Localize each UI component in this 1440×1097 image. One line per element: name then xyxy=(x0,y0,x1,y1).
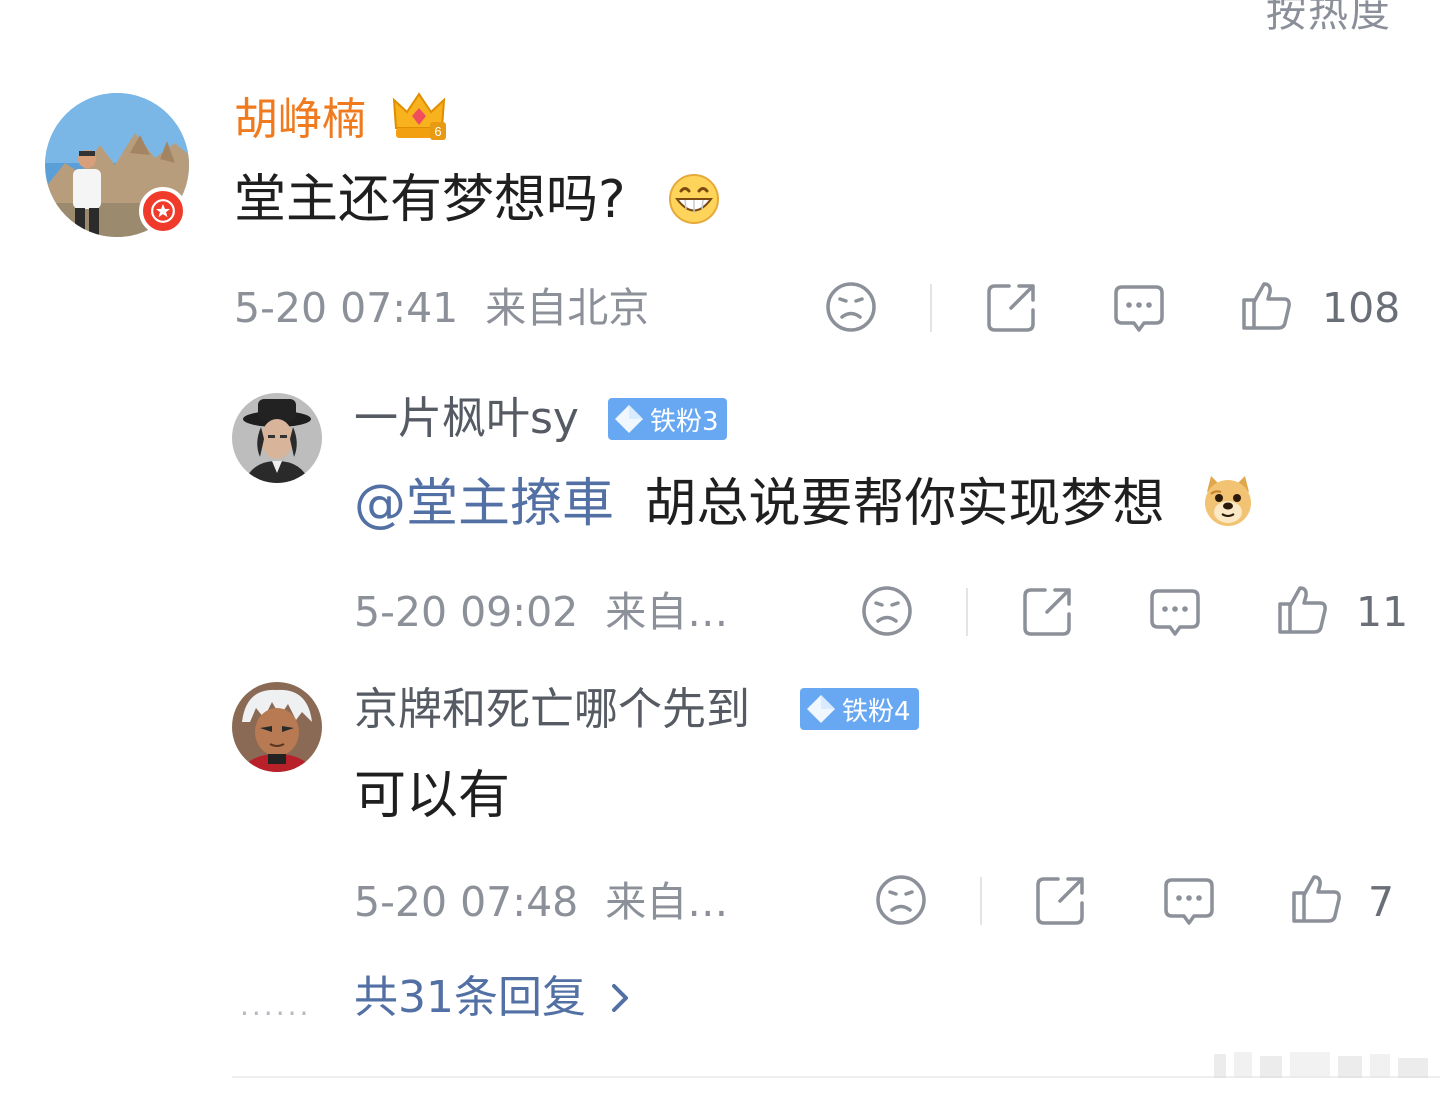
replies-link-label: 共31条回复 xyxy=(354,972,586,1023)
dots-separator: ······ xyxy=(240,997,312,1030)
share-icon[interactable] xyxy=(1021,584,1075,638)
chevron-right-icon xyxy=(612,984,628,1012)
like-icon[interactable] xyxy=(1240,278,1294,332)
like-count: 7 xyxy=(1368,878,1395,926)
like-count: 11 xyxy=(1356,588,1409,636)
comment-time: 5-20 09:02 xyxy=(354,588,579,636)
dislike-icon[interactable] xyxy=(824,280,878,334)
view-all-replies-link[interactable]: 共31条回复 xyxy=(354,976,636,1020)
like-icon[interactable] xyxy=(1290,871,1344,925)
divider xyxy=(966,588,968,636)
crown-vip-icon: 6 xyxy=(390,88,448,144)
comment-icon[interactable] xyxy=(1162,874,1216,928)
comment-icon[interactable] xyxy=(1148,585,1202,639)
comment-time: 5-20 07:48 xyxy=(354,878,579,926)
diamond-icon xyxy=(807,695,835,723)
like-count: 108 xyxy=(1322,284,1401,332)
watermark xyxy=(1214,1048,1428,1082)
diamond-icon xyxy=(615,405,643,433)
comment-text: 堂主还有梦想吗? xyxy=(234,170,626,230)
dislike-icon[interactable] xyxy=(860,584,914,638)
fan-badge-label: 铁粉3 xyxy=(650,406,719,437)
verified-star-icon xyxy=(139,187,187,235)
mention-link[interactable]: @堂主撩車 xyxy=(354,474,614,534)
comment-text: 可以有 xyxy=(354,766,511,826)
avatar[interactable] xyxy=(232,393,322,483)
username[interactable]: 一片枫叶sy xyxy=(354,397,579,441)
dislike-icon[interactable] xyxy=(874,873,928,927)
comment-text: @堂主撩車 胡总说要帮你实现梦想 xyxy=(354,478,1165,530)
comment-time: 5-20 07:41 xyxy=(234,284,459,332)
avatar[interactable] xyxy=(232,682,322,772)
username[interactable]: 胡峥楠 xyxy=(234,98,366,142)
comment-location: 来自… xyxy=(605,588,729,636)
comment-icon[interactable] xyxy=(1112,281,1166,335)
username[interactable]: 京牌和死亡哪个先到 xyxy=(354,688,750,732)
share-icon[interactable] xyxy=(985,280,1039,334)
comment-location: 来自… xyxy=(605,878,729,926)
divider xyxy=(930,284,932,332)
fan-badge[interactable]: 铁粉3 xyxy=(608,398,727,440)
grin-emoji xyxy=(667,172,721,226)
svg-text:6: 6 xyxy=(434,124,441,139)
share-icon[interactable] xyxy=(1034,873,1088,927)
comment-location: 来自北京 xyxy=(485,284,650,332)
fan-badge[interactable]: 铁粉4 xyxy=(800,688,919,730)
like-icon[interactable] xyxy=(1276,582,1330,636)
sort-label[interactable]: 按热度 xyxy=(1266,0,1392,38)
doge-emoji xyxy=(1201,474,1255,528)
fan-badge-label: 铁粉4 xyxy=(842,696,911,727)
divider xyxy=(980,877,982,925)
reply-text: 胡总说要帮你实现梦想 xyxy=(644,474,1165,534)
